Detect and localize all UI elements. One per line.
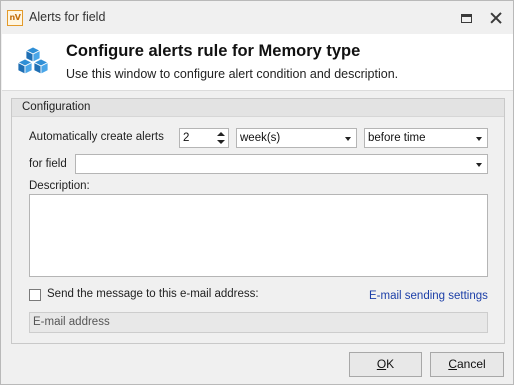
window-title: Alerts for field	[29, 10, 106, 24]
chevron-down-icon	[345, 137, 351, 141]
configuration-group-header: Configuration	[12, 99, 504, 117]
time-unit-value: week(s)	[240, 132, 281, 144]
spin-up-icon[interactable]	[217, 132, 225, 136]
alert-count-spinner[interactable]: 2	[179, 128, 229, 148]
description-textarea[interactable]	[29, 194, 488, 277]
time-unit-dropdown[interactable]: week(s)	[236, 128, 357, 148]
ok-button-label: OK	[376, 357, 395, 371]
maximize-icon	[460, 13, 472, 23]
header-subtitle: Use this window to configure alert condi…	[66, 67, 399, 81]
email-settings-link[interactable]: E-mail sending settings	[369, 290, 488, 302]
alert-count-value: 2	[183, 132, 190, 144]
spin-buttons	[217, 130, 226, 146]
send-email-checkbox[interactable]	[29, 289, 41, 301]
cancel-button[interactable]: Cancel	[430, 352, 504, 377]
app-icon: nV	[7, 10, 23, 26]
description-label: Description:	[29, 180, 90, 192]
maximize-button[interactable]	[454, 7, 478, 29]
chevron-down-icon	[476, 137, 482, 141]
send-email-label[interactable]: Send the message to this e-mail address:	[47, 288, 259, 300]
auto-create-label: Automatically create alerts	[29, 131, 164, 143]
email-address-placeholder: E-mail address	[33, 316, 110, 328]
header-title: Configure alerts rule for Memory type	[66, 42, 361, 60]
cancel-button-label: Cancel	[448, 357, 486, 371]
for-field-label: for field	[29, 158, 67, 170]
for-field-dropdown[interactable]	[75, 154, 488, 174]
alerts-dialog: nV Alerts for field Configure alerts rul…	[0, 0, 514, 385]
spin-down-icon[interactable]	[217, 140, 225, 144]
ok-button[interactable]: OK	[349, 352, 422, 377]
dialog-header: Configure alerts rule for Memory type Us…	[2, 34, 513, 91]
configuration-group: Configuration Automatically create alert…	[11, 98, 505, 344]
title-bar[interactable]: nV Alerts for field	[1, 1, 513, 34]
email-address-field[interactable]: E-mail address	[29, 312, 488, 333]
configuration-title: Configuration	[22, 101, 91, 113]
close-button[interactable]	[484, 7, 508, 29]
close-icon	[490, 12, 502, 24]
timing-value: before time	[368, 132, 426, 144]
cubes-icon	[17, 46, 49, 75]
timing-dropdown[interactable]: before time	[364, 128, 488, 148]
chevron-down-icon	[476, 163, 482, 167]
